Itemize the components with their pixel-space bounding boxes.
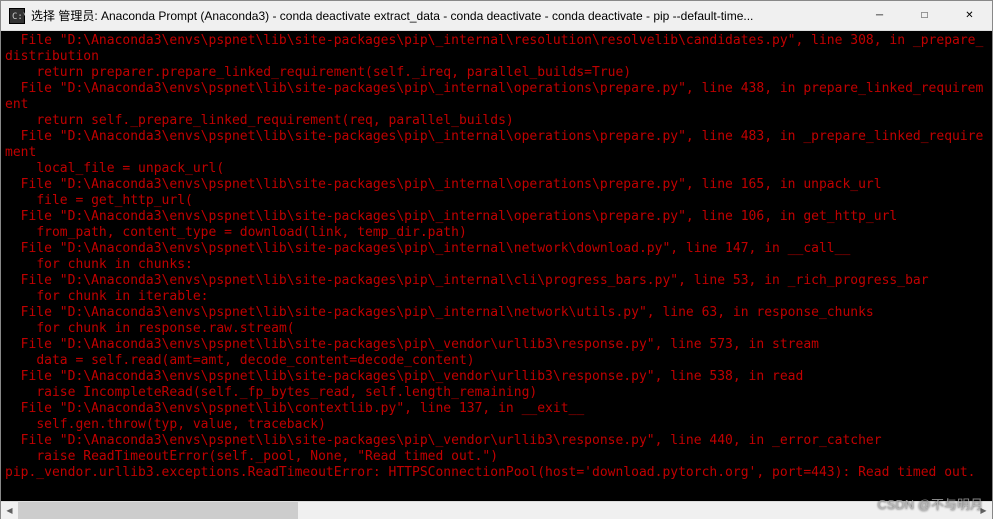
terminal-line: File "D:\Anaconda3\envs\pspnet\lib\site-… — [5, 33, 988, 65]
maximize-button[interactable]: □ — [902, 1, 947, 30]
terminal-output[interactable]: File "D:\Anaconda3\envs\pspnet\lib\site-… — [1, 31, 992, 501]
minimize-button[interactable]: ─ — [857, 1, 902, 30]
terminal-line: return self._prepare_linked_requirement(… — [5, 113, 988, 129]
terminal-line: from_path, content_type = download(link,… — [5, 225, 988, 241]
terminal-line: File "D:\Anaconda3\envs\pspnet\lib\site-… — [5, 177, 988, 193]
terminal-line: for chunk in chunks: — [5, 257, 988, 273]
terminal-line: File "D:\Anaconda3\envs\pspnet\lib\site-… — [5, 433, 988, 449]
terminal-line: File "D:\Anaconda3\envs\pspnet\lib\site-… — [5, 305, 988, 321]
terminal-line: pip._vendor.urllib3.exceptions.ReadTimeo… — [5, 465, 988, 481]
terminal-line: local_file = unpack_url( — [5, 161, 988, 177]
terminal-line: File "D:\Anaconda3\envs\pspnet\lib\site-… — [5, 241, 988, 257]
terminal-line: raise IncompleteRead(self._fp_bytes_read… — [5, 385, 988, 401]
terminal-line: return preparer.prepare_linked_requireme… — [5, 65, 988, 81]
terminal-line: File "D:\Anaconda3\envs\pspnet\lib\site-… — [5, 129, 988, 161]
terminal-line: File "D:\Anaconda3\envs\pspnet\lib\site-… — [5, 369, 988, 385]
scroll-thumb[interactable] — [18, 502, 298, 519]
window-controls: ─ □ ✕ — [857, 1, 992, 30]
watermark: CSDN @不与明月 — [877, 494, 983, 513]
terminal-line: File "D:\Anaconda3\envs\pspnet\lib\conte… — [5, 401, 988, 417]
scroll-track[interactable] — [18, 502, 975, 519]
terminal-line: File "D:\Anaconda3\envs\pspnet\lib\site-… — [5, 337, 988, 353]
terminal-line: File "D:\Anaconda3\envs\pspnet\lib\site-… — [5, 273, 988, 289]
terminal-line: self.gen.throw(typ, value, traceback) — [5, 417, 988, 433]
terminal-line: File "D:\Anaconda3\envs\pspnet\lib\site-… — [5, 81, 988, 113]
titlebar[interactable]: C:\ 选择 管理员: Anaconda Prompt (Anaconda3) … — [1, 1, 992, 31]
horizontal-scrollbar[interactable]: ◀ ▶ — [1, 501, 992, 518]
window-title: 选择 管理员: Anaconda Prompt (Anaconda3) - co… — [31, 7, 857, 24]
terminal-line: raise ReadTimeoutError(self._pool, None,… — [5, 449, 988, 465]
close-button[interactable]: ✕ — [947, 1, 992, 30]
terminal-line: file = get_http_url( — [5, 193, 988, 209]
cmd-icon: C:\ — [9, 8, 25, 24]
terminal-line: data = self.read(amt=amt, decode_content… — [5, 353, 988, 369]
scroll-left-arrow[interactable]: ◀ — [1, 502, 18, 519]
terminal-line: for chunk in response.raw.stream( — [5, 321, 988, 337]
terminal-line: File "D:\Anaconda3\envs\pspnet\lib\site-… — [5, 209, 988, 225]
terminal-window: C:\ 选择 管理员: Anaconda Prompt (Anaconda3) … — [0, 0, 993, 519]
terminal-line: for chunk in iterable: — [5, 289, 988, 305]
svg-text:C:\: C:\ — [12, 12, 25, 22]
